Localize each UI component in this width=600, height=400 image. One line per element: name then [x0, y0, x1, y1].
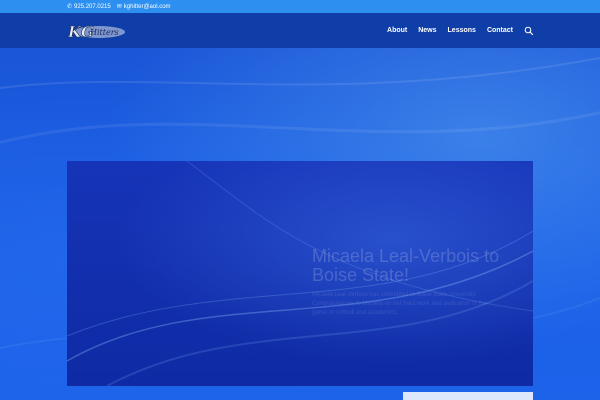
top-bar: ✆ 925.207.0215 ✉ kghitter@aol.com — [0, 0, 600, 13]
main-nav: About News Lessons Contact — [387, 13, 534, 48]
nav-contact[interactable]: Contact — [487, 27, 513, 34]
logo-script: Hitters — [89, 28, 119, 37]
phone-number: 925.207.0215 — [74, 3, 111, 10]
slide-title[interactable]: Micaela Leal-Verbois to Boise State! — [312, 247, 512, 285]
nav-about[interactable]: About — [387, 27, 407, 34]
nav-lessons[interactable]: Lessons — [448, 27, 476, 34]
email-address: kghitter@aol.com — [123, 3, 171, 10]
nav-news[interactable]: News — [418, 27, 436, 34]
hero-background: Micaela Leal-Verbois to Boise State! Mic… — [0, 48, 600, 400]
site-logo[interactable]: KG Hitters — [66, 21, 126, 41]
featured-slide[interactable]: Micaela Leal-Verbois to Boise State! Mic… — [67, 161, 533, 386]
phone-contact[interactable]: ✆ 925.207.0215 — [67, 3, 111, 11]
envelope-icon: ✉ — [116, 4, 122, 10]
search-icon[interactable] — [524, 26, 534, 36]
site-header: KG Hitters About News Lessons Contact — [0, 13, 600, 48]
slide-excerpt: Micaela Leal-Verbois has committed to Bo… — [312, 292, 488, 316]
email-contact[interactable]: ✉ kghitter@aol.com — [116, 3, 171, 11]
phone-icon: ✆ — [67, 4, 73, 10]
content-tab — [403, 392, 533, 400]
logo-graphic: KG Hitters — [67, 23, 125, 41]
